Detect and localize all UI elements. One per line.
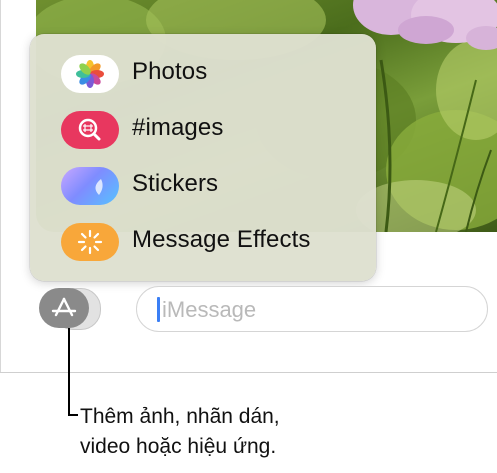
message-input[interactable]: iMessage xyxy=(136,286,488,332)
images-search-icon xyxy=(61,111,119,149)
menu-item-stickers[interactable]: Stickers xyxy=(30,158,376,214)
stickers-icon xyxy=(61,167,119,205)
menu-item-label: Stickers xyxy=(132,170,219,197)
message-effects-icon xyxy=(61,223,119,261)
menu-item-message-effects[interactable]: Message Effects xyxy=(30,214,376,270)
callout-line xyxy=(68,328,70,415)
text-caret xyxy=(157,297,160,322)
photos-icon xyxy=(61,55,119,93)
screenshot-stage: Photos #images Stickers Message Effects … xyxy=(0,0,497,473)
messages-window: Photos #images Stickers Message Effects … xyxy=(0,0,497,373)
callout-caption-line: Thêm ảnh, nhãn dán, xyxy=(80,405,280,428)
window-edge xyxy=(0,372,497,373)
menu-item-label: Photos xyxy=(132,58,208,85)
apps-button[interactable] xyxy=(39,288,101,330)
callout-caption: Thêm ảnh, nhãn dán, video hoặc hiệu ứng. xyxy=(80,402,280,462)
menu-item-images[interactable]: #images xyxy=(30,102,376,158)
menu-item-label: #images xyxy=(132,114,224,141)
menu-item-photos[interactable]: Photos xyxy=(30,46,376,102)
app-store-icon xyxy=(39,288,89,328)
menu-item-label: Message Effects xyxy=(132,226,311,253)
window-edge xyxy=(0,0,1,373)
message-input-placeholder: iMessage xyxy=(162,297,257,322)
callout-line xyxy=(68,414,78,416)
apps-popup-menu: Photos #images Stickers Message Effects xyxy=(30,34,376,281)
callout-caption-line: video hoặc hiệu ứng. xyxy=(80,435,277,458)
